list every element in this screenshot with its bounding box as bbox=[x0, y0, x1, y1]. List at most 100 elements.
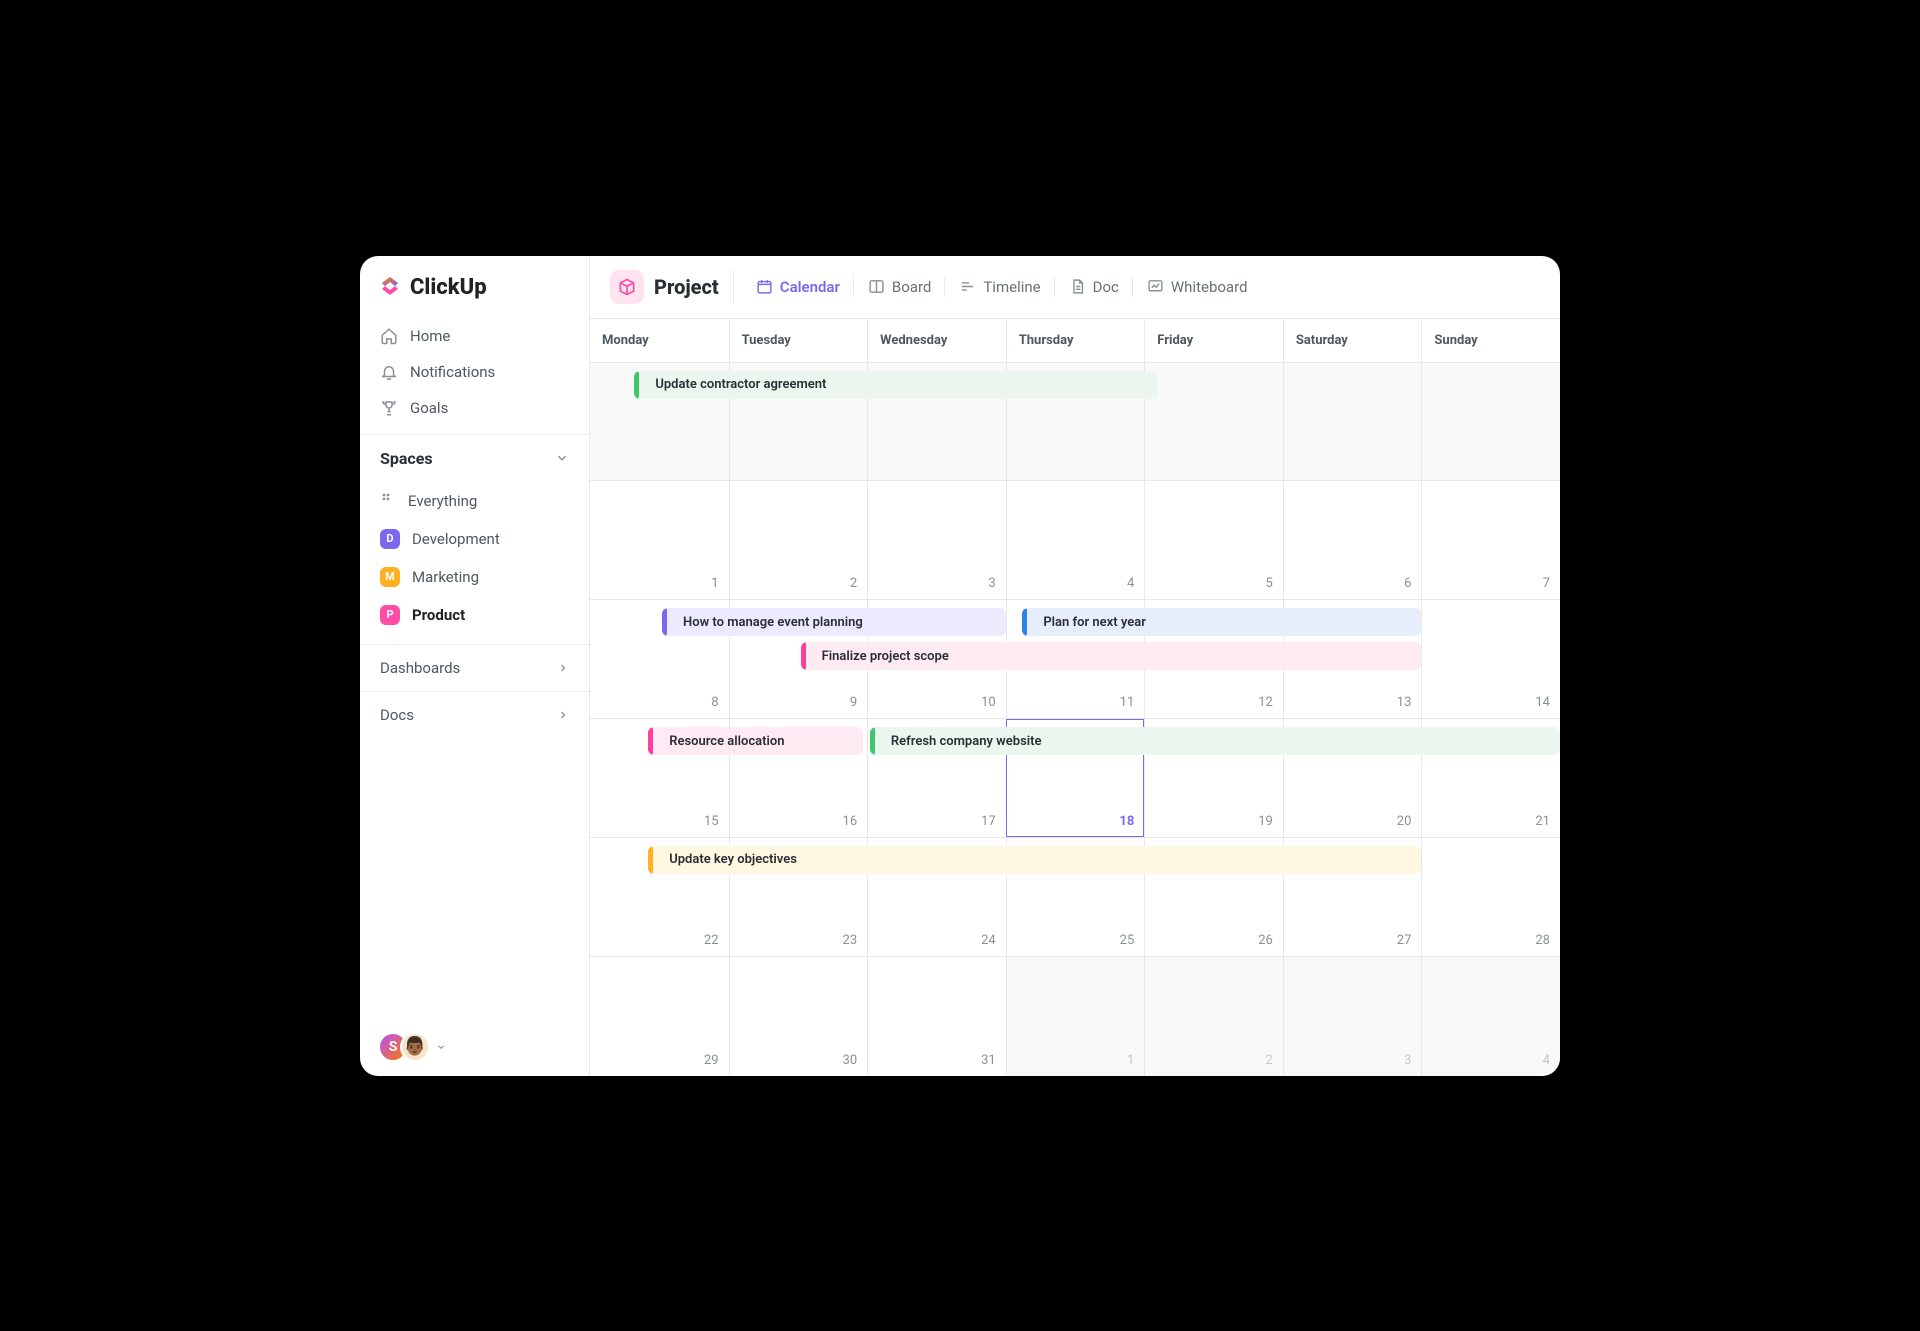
chevron-down-icon bbox=[555, 451, 569, 465]
calendar-icon bbox=[756, 278, 773, 295]
calendar-date: 11 bbox=[1120, 695, 1135, 710]
calendar-event[interactable]: Refresh company website bbox=[870, 727, 1560, 755]
calendar-cell[interactable]: 1 bbox=[1006, 957, 1145, 1076]
tab-label: Board bbox=[892, 278, 931, 296]
calendar-cell[interactable]: 14 bbox=[1421, 600, 1560, 718]
calendar-event[interactable]: Resource allocation bbox=[648, 727, 863, 755]
nav-home[interactable]: Home bbox=[370, 318, 579, 354]
calendar-date: 8 bbox=[711, 695, 718, 710]
nav-goals[interactable]: Goals bbox=[370, 390, 579, 426]
calendar-cell[interactable]: 29 bbox=[590, 957, 729, 1076]
tab-label: Calendar bbox=[780, 278, 840, 296]
calendar-event[interactable]: Finalize project scope bbox=[801, 642, 1422, 670]
tab-label: Whiteboard bbox=[1171, 278, 1248, 296]
section-docs[interactable]: Docs bbox=[360, 691, 589, 738]
tab-label: Timeline bbox=[983, 278, 1040, 296]
whiteboard-icon bbox=[1147, 278, 1164, 295]
calendar-cell[interactable]: 4 bbox=[1421, 957, 1560, 1076]
event-label: Plan for next year bbox=[1043, 615, 1146, 630]
bell-icon bbox=[380, 363, 398, 381]
calendar-cell[interactable] bbox=[1283, 363, 1422, 481]
calendar-cell[interactable]: 3 bbox=[867, 481, 1006, 599]
section-label: Docs bbox=[380, 706, 414, 724]
calendar-cell[interactable]: 28 bbox=[1421, 838, 1560, 956]
space-product[interactable]: P Product bbox=[370, 596, 579, 634]
section-dashboards[interactable]: Dashboards bbox=[360, 644, 589, 691]
calendar-date: 6 bbox=[1404, 576, 1411, 591]
tab-whiteboard[interactable]: Whiteboard bbox=[1135, 272, 1260, 302]
event-color-bar bbox=[870, 727, 875, 755]
calendar-cell[interactable]: 31 bbox=[867, 957, 1006, 1076]
clickup-icon bbox=[378, 274, 402, 302]
event-label: Refresh company website bbox=[891, 734, 1042, 749]
calendar-date: 14 bbox=[1535, 695, 1550, 710]
chevron-right-icon bbox=[557, 662, 569, 674]
tab-timeline[interactable]: Timeline bbox=[947, 272, 1052, 302]
event-label: Update contractor agreement bbox=[655, 377, 826, 392]
space-label: Development bbox=[412, 530, 500, 548]
event-color-bar bbox=[1022, 608, 1027, 636]
brand-logo[interactable]: ClickUp bbox=[360, 256, 589, 316]
calendar-cell[interactable]: 4 bbox=[1006, 481, 1145, 599]
calendar-date: 31 bbox=[981, 1053, 996, 1068]
spaces-list: Everything D Development M Marketing P P… bbox=[360, 482, 589, 644]
view-tabs: Project Calendar Board Timeline Doc Whit… bbox=[590, 256, 1560, 319]
avatar-user-2[interactable]: 👨🏾 bbox=[400, 1032, 430, 1062]
weekday-label: Saturday bbox=[1283, 319, 1422, 362]
calendar-cell[interactable]: 3 bbox=[1283, 957, 1422, 1076]
calendar-date: 25 bbox=[1120, 933, 1135, 948]
calendar-date: 4 bbox=[1127, 576, 1134, 591]
nav-notifications[interactable]: Notifications bbox=[370, 354, 579, 390]
space-badge-m: M bbox=[380, 567, 400, 587]
calendar-date: 3 bbox=[988, 576, 995, 591]
calendar-date: 20 bbox=[1397, 814, 1412, 829]
doc-icon bbox=[1069, 278, 1086, 295]
calendar-date: 28 bbox=[1535, 933, 1550, 948]
project-chip[interactable]: Project bbox=[610, 270, 734, 304]
tab-doc[interactable]: Doc bbox=[1057, 272, 1131, 302]
calendar-cell[interactable] bbox=[1421, 363, 1560, 481]
event-color-bar bbox=[662, 608, 667, 636]
calendar-cell[interactable]: 6 bbox=[1283, 481, 1422, 599]
board-icon bbox=[868, 278, 885, 295]
calendar-date: 5 bbox=[1266, 576, 1273, 591]
calendar-cell[interactable]: 7 bbox=[1421, 481, 1560, 599]
calendar-week: 15161718192021Resource allocationRefresh… bbox=[590, 719, 1560, 838]
calendar-cell[interactable]: 30 bbox=[729, 957, 868, 1076]
space-marketing[interactable]: M Marketing bbox=[370, 558, 579, 596]
space-label: Product bbox=[412, 606, 465, 624]
calendar-date: 16 bbox=[843, 814, 858, 829]
calendar-cell[interactable]: 2 bbox=[1144, 957, 1283, 1076]
section-label: Dashboards bbox=[380, 659, 460, 677]
users-dropdown[interactable] bbox=[436, 1037, 446, 1056]
calendar-cell[interactable]: 2 bbox=[729, 481, 868, 599]
grid-icon bbox=[380, 491, 396, 511]
calendar-cell[interactable]: 1 bbox=[590, 481, 729, 599]
calendar-event[interactable]: How to manage event planning bbox=[662, 608, 1006, 636]
weekday-label: Thursday bbox=[1006, 319, 1145, 362]
tab-calendar[interactable]: Calendar bbox=[744, 272, 852, 302]
tab-board[interactable]: Board bbox=[856, 272, 943, 302]
space-development[interactable]: D Development bbox=[370, 520, 579, 558]
calendar-event[interactable]: Update contractor agreement bbox=[634, 371, 1158, 399]
cube-icon bbox=[610, 270, 644, 304]
event-label: Finalize project scope bbox=[822, 649, 949, 664]
space-everything[interactable]: Everything bbox=[370, 482, 579, 520]
space-label: Everything bbox=[408, 492, 477, 510]
event-color-bar bbox=[648, 727, 653, 755]
calendar-date: 17 bbox=[981, 814, 996, 829]
weekday-label: Monday bbox=[590, 319, 729, 362]
home-icon bbox=[380, 327, 398, 345]
event-label: Update key objectives bbox=[669, 852, 797, 867]
calendar-cell[interactable] bbox=[1144, 363, 1283, 481]
calendar-event[interactable]: Plan for next year bbox=[1022, 608, 1421, 636]
timeline-icon bbox=[959, 278, 976, 295]
calendar-date: 7 bbox=[1543, 576, 1550, 591]
event-color-bar bbox=[634, 371, 639, 399]
calendar-date: 22 bbox=[704, 933, 719, 948]
spaces-header[interactable]: Spaces bbox=[360, 434, 589, 482]
calendar-cell[interactable]: 5 bbox=[1144, 481, 1283, 599]
nav-label: Home bbox=[410, 327, 450, 345]
calendar-date: 19 bbox=[1258, 814, 1273, 829]
calendar-event[interactable]: Update key objectives bbox=[648, 846, 1421, 874]
